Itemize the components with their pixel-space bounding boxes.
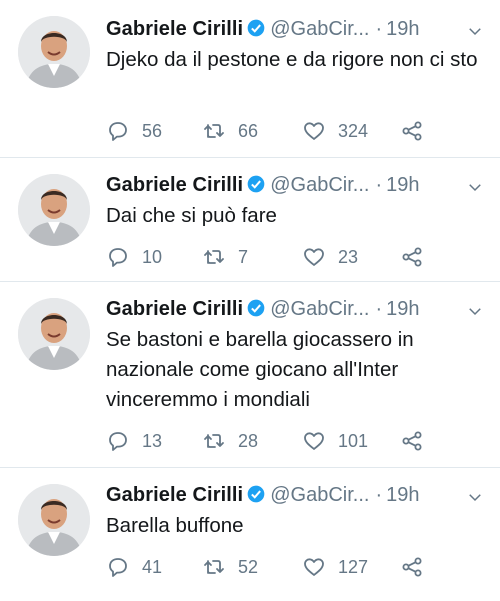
verified-badge-icon (247, 485, 265, 503)
chevron-down-icon[interactable] (466, 302, 484, 320)
reply-button[interactable]: 56 (106, 118, 162, 144)
reply-button[interactable]: 13 (106, 428, 162, 454)
chevron-down-icon[interactable] (466, 178, 484, 196)
tweet-header: Gabriele Cirilli @GabCir... · 19h (106, 18, 496, 46)
reply-count: 13 (142, 430, 163, 451)
tweet[interactable]: Gabriele Cirilli @GabCir... · 19h Barella b… (0, 468, 500, 601)
heart-icon (304, 432, 324, 450)
verified-badge-icon (247, 299, 265, 317)
tweet-text: Djeko da il pestone e da rigore non ci s… (106, 48, 478, 71)
retweet-icon (204, 434, 224, 448)
avatar-image (18, 484, 90, 556)
like-count: 127 (338, 556, 369, 577)
separator-dot: · (375, 174, 383, 196)
avatar-image (18, 174, 90, 246)
chevron-down-icon[interactable] (466, 488, 484, 506)
author-name[interactable]: Gabriele Cirilli (106, 174, 243, 196)
reply-icon (109, 432, 127, 451)
tweet[interactable]: Gabriele Cirilli @GabCir... · 19h Dai che s… (0, 158, 500, 282)
retweet-count: 28 (238, 430, 259, 451)
heart-icon (304, 558, 324, 576)
retweet-icon (204, 560, 224, 574)
share-button[interactable] (400, 118, 424, 144)
reply-count: 10 (142, 246, 163, 267)
tweet-actions: 13 28 101 (106, 428, 486, 454)
author-name[interactable]: Gabriele Cirilli (106, 298, 243, 320)
tweet-time[interactable]: 19h (386, 298, 419, 320)
tweet-feed: Gabriele Cirilli @GabCir... · 19h Djeko da … (0, 0, 500, 601)
retweet-icon (204, 250, 224, 264)
reply-count: 56 (142, 120, 163, 141)
retweet-icon (204, 124, 224, 138)
like-button[interactable]: 23 (302, 244, 358, 270)
tweet-header: Gabriele Cirilli @GabCir... · 19h (106, 484, 496, 512)
author-handle[interactable]: @GabCir... (270, 298, 369, 320)
tweet-header: Gabriele Cirilli @GabCir... · 19h (106, 174, 496, 202)
like-count: 23 (338, 246, 359, 267)
author-handle[interactable]: @GabCir... (270, 174, 369, 196)
like-count: 101 (338, 430, 369, 451)
reply-icon (109, 122, 127, 141)
share-icon (402, 247, 422, 267)
avatar-image (18, 298, 90, 370)
share-icon (402, 431, 422, 451)
tweet-text: Se bastoni e barella giocassero in nazio… (106, 328, 414, 411)
share-button[interactable] (400, 428, 424, 454)
verified-badge-icon (247, 19, 265, 37)
avatar[interactable] (18, 484, 90, 556)
chevron-down-icon[interactable] (466, 22, 484, 40)
tweet-header: Gabriele Cirilli @GabCir... · 19h (106, 298, 496, 326)
reply-button[interactable]: 10 (106, 244, 162, 270)
reply-icon (109, 248, 127, 267)
like-count: 324 (338, 120, 369, 141)
avatar[interactable] (18, 16, 90, 88)
reply-icon (109, 558, 127, 577)
like-button[interactable]: 127 (302, 554, 368, 580)
share-button[interactable] (400, 554, 424, 580)
like-button[interactable]: 101 (302, 428, 368, 454)
like-button[interactable]: 324 (302, 118, 368, 144)
author-name[interactable]: Gabriele Cirilli (106, 484, 243, 506)
tweet[interactable]: Gabriele Cirilli @GabCir... · 19h Se baston… (0, 282, 500, 468)
tweet-actions: 56 66 324 (106, 118, 486, 144)
retweet-button[interactable]: 28 (202, 428, 258, 454)
separator-dot: · (375, 484, 383, 506)
verified-badge-icon (247, 175, 265, 193)
retweet-button[interactable]: 66 (202, 118, 258, 144)
reply-button[interactable]: 41 (106, 554, 162, 580)
avatar[interactable] (18, 298, 90, 370)
retweet-button[interactable]: 7 (202, 244, 248, 270)
share-button[interactable] (400, 244, 424, 270)
author-name[interactable]: Gabriele Cirilli (106, 18, 243, 40)
share-icon (402, 121, 422, 141)
retweet-count: 7 (238, 246, 249, 267)
tweet-time[interactable]: 19h (386, 484, 419, 506)
tweet-time[interactable]: 19h (386, 18, 419, 40)
tweet[interactable]: Gabriele Cirilli @GabCir... · 19h Djeko da … (0, 0, 500, 158)
retweet-count: 66 (238, 120, 259, 141)
tweet-text: Dai che si può fare (106, 204, 277, 227)
avatar[interactable] (18, 174, 90, 246)
tweet-actions: 41 52 127 (106, 554, 486, 580)
retweet-button[interactable]: 52 (202, 554, 258, 580)
heart-icon (304, 122, 324, 140)
author-handle[interactable]: @GabCir... (270, 484, 369, 506)
avatar-image (18, 16, 90, 88)
tweet-time[interactable]: 19h (386, 174, 419, 196)
separator-dot: · (375, 18, 383, 40)
retweet-count: 52 (238, 556, 259, 577)
separator-dot: · (375, 298, 383, 320)
author-handle[interactable]: @GabCir... (270, 18, 369, 40)
tweet-text: Barella buffone (106, 514, 244, 537)
heart-icon (304, 248, 324, 266)
reply-count: 41 (142, 556, 163, 577)
share-icon (402, 557, 422, 577)
tweet-actions: 10 7 23 (106, 244, 486, 270)
